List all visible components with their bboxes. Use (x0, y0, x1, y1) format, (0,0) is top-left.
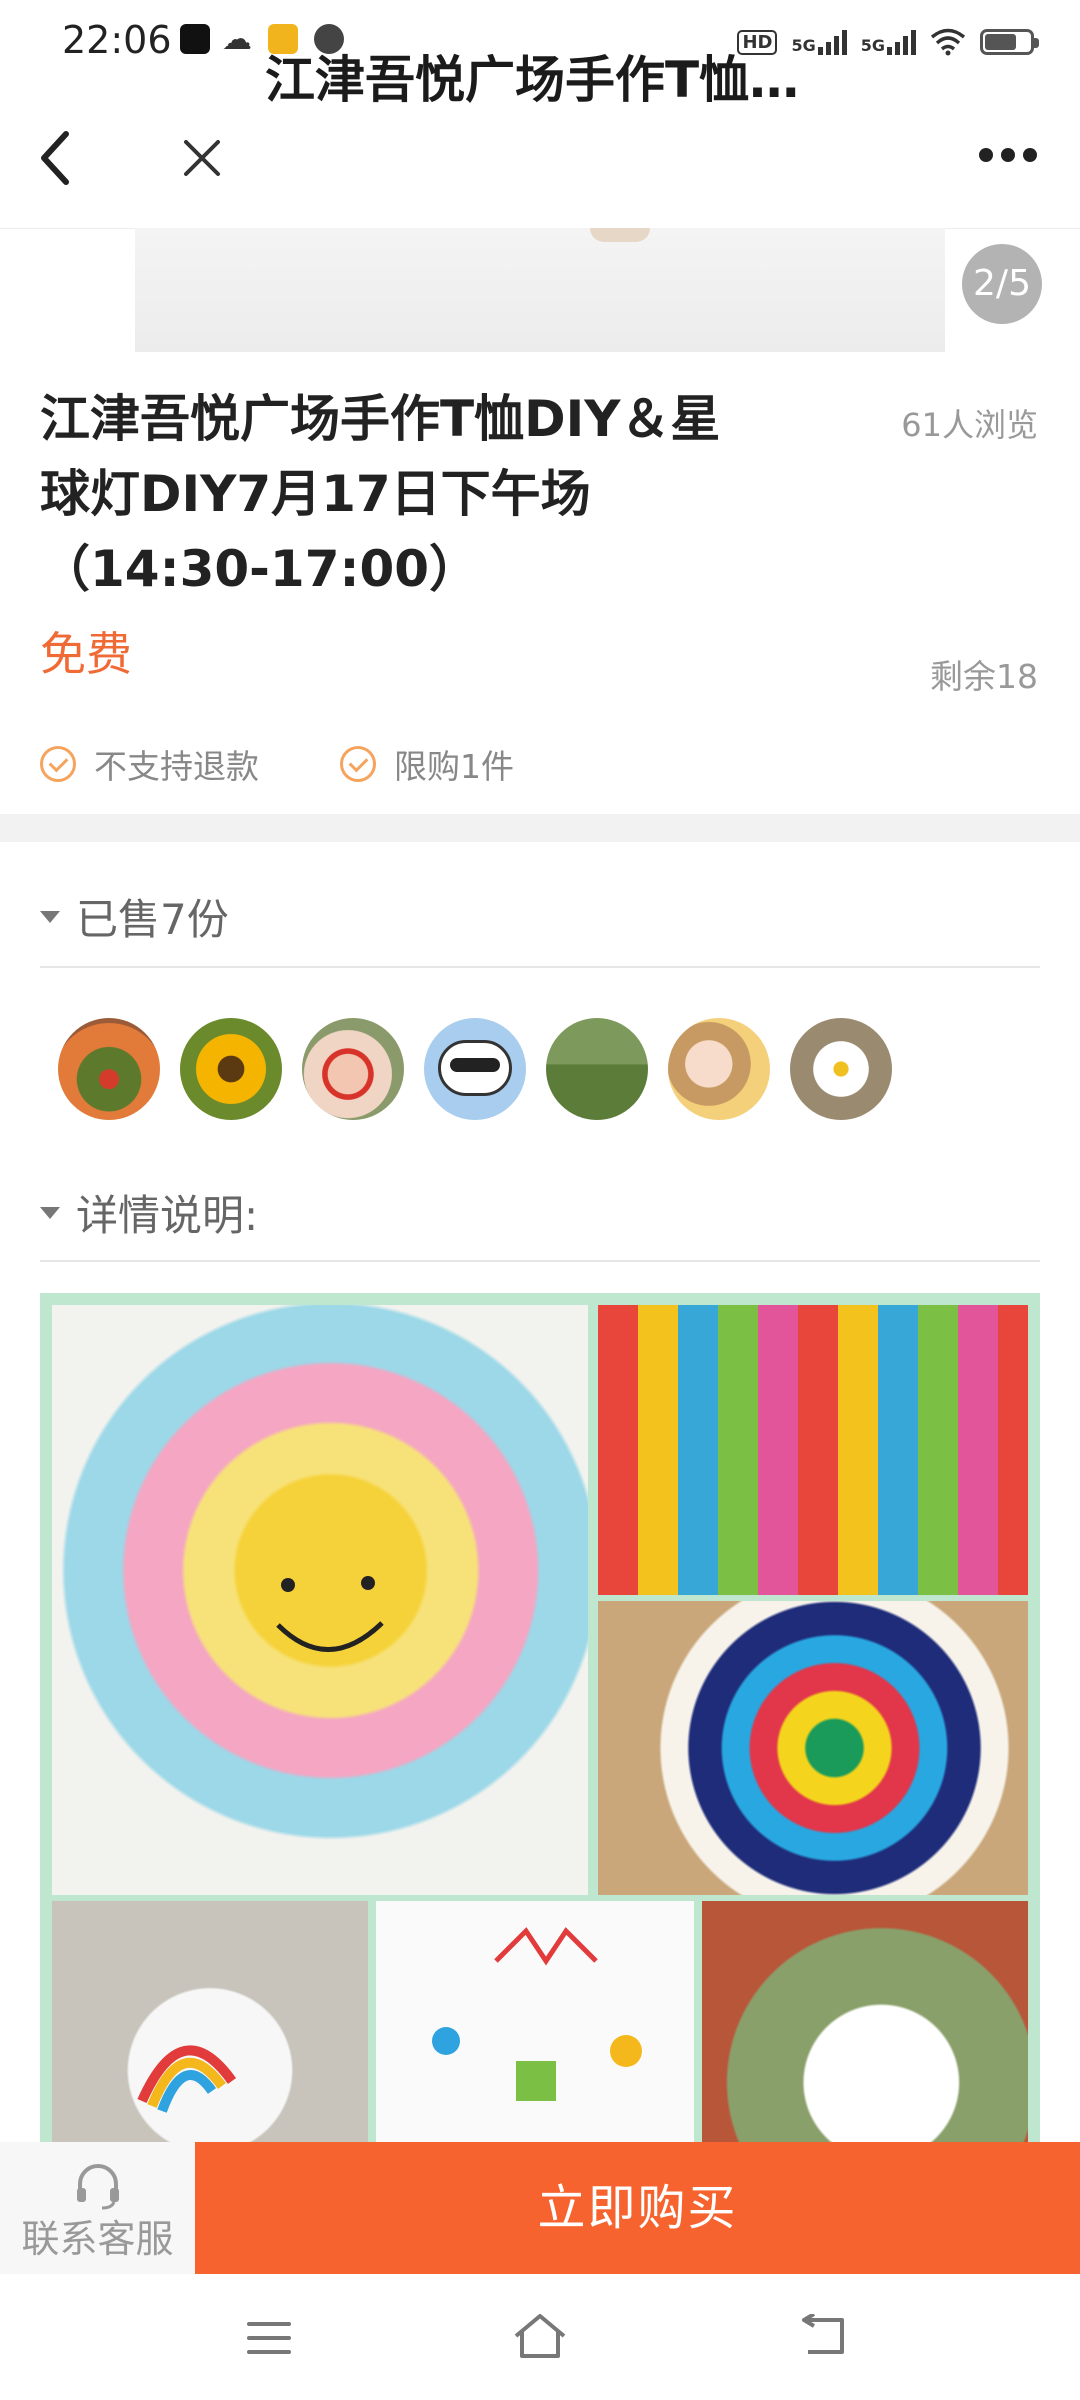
buyer-avatars (58, 1018, 892, 1120)
sold-count: 已售7份 (76, 895, 229, 944)
collage-panel-rainbow-shirt (52, 1901, 368, 2143)
battery-icon (980, 29, 1039, 55)
policy-tag-limit: 限购1件 (340, 740, 514, 788)
buy-now-button[interactable]: 立即购买 (195, 2142, 1080, 2274)
details-section-header[interactable]: 详情说明: (40, 1182, 258, 1243)
sold-section-header[interactable]: 已售7份 (40, 886, 229, 947)
check-circle-icon (40, 746, 76, 782)
collage-panel-drawn-shirt (376, 1901, 694, 2143)
gallery-page-indicator: 2/5 (962, 244, 1042, 324)
headset-icon (77, 2164, 119, 2210)
more-icon[interactable] (976, 140, 1040, 170)
customer-service-label[interactable]: 联系客服 (0, 2208, 195, 2263)
notification-app-icon (180, 24, 210, 54)
avatar[interactable] (790, 1018, 892, 1120)
avatar[interactable] (546, 1018, 648, 1120)
section-separator (0, 814, 1080, 842)
product-title: 江津吾悦广场手作T恤DIY＆星球灯DIY7月17日下午场（14:30-17:00… (40, 390, 721, 598)
policy-tag-no-refund: 不支持退款 (40, 740, 259, 788)
divider (40, 1260, 1040, 1262)
view-count: 61人浏览 (901, 406, 1038, 444)
divider (40, 966, 1040, 968)
wifi-icon (930, 28, 966, 56)
collage-panel-kids-group (598, 1305, 1028, 1595)
close-icon[interactable] (180, 136, 224, 180)
product-gallery-image[interactable] (135, 228, 945, 352)
collapse-triangle-icon (40, 1206, 60, 1219)
avatar[interactable] (424, 1018, 526, 1120)
policy-tag-label: 限购1件 (394, 747, 514, 786)
price: 免费 (40, 627, 132, 681)
gallery-image-detail (590, 228, 650, 242)
avatar[interactable] (302, 1018, 404, 1120)
status-time: 22:06 (62, 18, 172, 62)
wechat-icon: ☁ (222, 22, 252, 57)
collapse-triangle-icon (40, 910, 60, 923)
collage-panel-smiley-shirt (52, 1305, 588, 1895)
avatar[interactable] (668, 1018, 770, 1120)
detail-collage-image[interactable] (40, 1293, 1040, 2143)
back-arrow-icon[interactable] (36, 128, 76, 188)
signal-2: 5G (861, 29, 916, 55)
back-icon[interactable] (798, 2314, 850, 2358)
avatar[interactable] (58, 1018, 160, 1120)
collage-panel-girl-shirt (702, 1901, 1028, 2143)
home-icon[interactable] (510, 2310, 570, 2362)
remaining-stock: 剩余18 (930, 657, 1038, 696)
check-circle-icon (340, 746, 376, 782)
details-label: 详情说明: (76, 1191, 259, 1240)
avatar[interactable] (180, 1018, 282, 1120)
policy-tag-label: 不支持退款 (94, 747, 259, 786)
collage-panel-spiral-shirt (598, 1601, 1028, 1895)
menu-icon[interactable] (245, 2318, 293, 2358)
page-title: 江津吾悦广场手作T恤… (265, 51, 800, 109)
